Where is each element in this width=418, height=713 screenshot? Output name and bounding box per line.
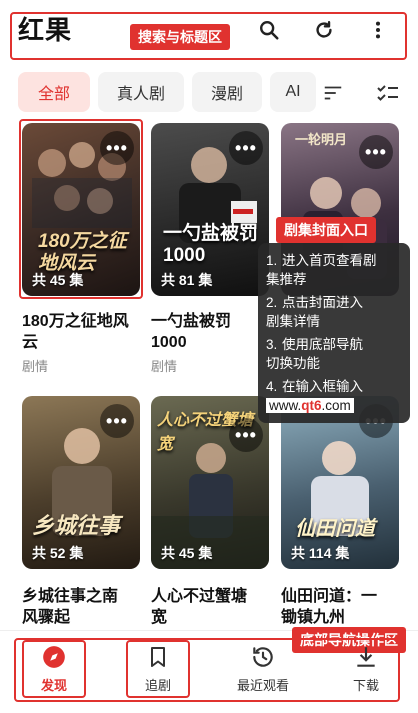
tip-item-2: 2. 点击封面进入 [266,295,363,310]
cover-title-art: 180万之征地风云 [38,231,127,274]
tip-item-4: 4. 在输入框输入 [266,379,363,394]
drama-cover-2[interactable]: 一勺盐被罚1000 ••• 共 81 集 [151,123,269,296]
more-vertical-icon[interactable] [364,16,392,44]
instruction-tooltip: 1. 进入首页查看剧 集推荐 2. 点击封面进入 剧集详情 3. 使用底部导航 切换功… [258,243,410,423]
refresh-icon[interactable] [310,16,338,44]
card-more-button[interactable]: ••• [229,418,263,452]
download-icon [357,647,375,667]
cover-title-art: 一轮明月 [295,132,348,147]
episode-count: 共 45 集 [32,272,84,288]
episode-count: 共 52 集 [32,545,84,561]
app-title: 红果 [18,15,73,45]
cover-title-art: 仙田问道 [295,518,375,540]
nav-download[interactable]: 下载 [338,644,394,694]
card-more-button[interactable]: ••• [100,404,134,438]
drama-title-6[interactable]: 仙田问道：一 锄镇九州 [281,586,411,628]
drama-genre-1: 剧情 [22,359,49,374]
drama-cover-1[interactable]: 180万之征地风云 ••• 共 45 集 [22,123,140,296]
drama-title-1[interactable]: 180万之征地风云 [22,311,142,353]
sort-icon[interactable] [322,82,344,104]
nav-discover[interactable]: 发现 [26,644,82,694]
compass-icon [43,646,65,668]
bookmark-icon [151,647,165,667]
episode-count: 共 81 集 [161,272,213,288]
multi-select-icon[interactable] [376,82,400,104]
drama-genre-2: 剧情 [151,359,178,374]
episode-count: 共 114 集 [291,545,350,561]
history-icon [253,647,273,667]
drama-title-2[interactable]: 一勺盐被罚 1000 [151,311,271,353]
tab-comic[interactable]: 漫剧 [192,72,262,112]
cover-title-art: 乡城往事 [32,513,121,538]
card-more-button[interactable]: ••• [359,135,393,169]
tab-ai[interactable]: AI [270,72,316,112]
drama-title-5[interactable]: 人心不过蟹塘宽 [151,586,271,628]
cover-annotation-label: 剧集封面入口 [276,217,376,243]
tip-item-1-cont: 集推荐 [266,272,307,287]
tip-item-3: 3. 使用底部导航 [266,337,363,352]
nav-recent[interactable]: 最近观看 [228,644,298,694]
tab-all[interactable]: 全部 [18,72,90,112]
drama-cover-5[interactable]: 人心不过蟹塘宽 ••• 共 45 集 [151,396,269,569]
search-icon[interactable] [255,16,283,44]
card-more-button[interactable]: ••• [229,131,263,165]
tip-item-1: 1. 进入首页查看剧 [266,253,377,268]
tip-item-3-cont: 切换功能 [266,356,320,371]
header-annotation-label: 搜索与标题区 [130,24,230,50]
drama-title-4[interactable]: 乡城往事之南 风骤起 [22,586,142,628]
tip-item-2-cont: 剧集详情 [266,314,320,329]
cover-title-art: 一勺盐被罚1000 [163,223,259,266]
drama-cover-4[interactable]: 乡城往事 ••• 共 52 集 [22,396,140,569]
nav-following[interactable]: 追剧 [130,644,186,694]
card-more-button[interactable]: ••• [100,131,134,165]
tab-live-action[interactable]: 真人剧 [98,72,184,112]
episode-count: 共 45 集 [161,545,213,561]
tip-item-4-url: www.qt6.com [266,396,402,415]
